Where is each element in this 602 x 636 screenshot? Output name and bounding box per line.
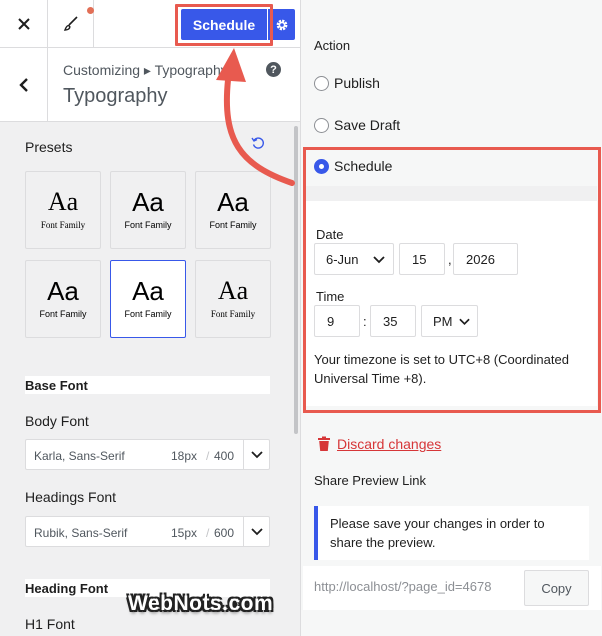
share-preview-label: Share Preview Link: [314, 473, 426, 488]
headings-font-label: Headings Font: [25, 489, 117, 505]
body-font-size: 18px: [171, 449, 198, 463]
chevron-left-icon: [18, 78, 28, 92]
preset-1[interactable]: Aa Font Family: [25, 171, 101, 249]
page-title: Typography: [63, 85, 168, 107]
headings-font-family: Rubik, Sans-Serif: [34, 526, 128, 540]
preset-caption: Font Family: [210, 309, 256, 319]
headings-font-dropdown[interactable]: [243, 517, 270, 546]
body-font-separator: /: [206, 449, 210, 463]
brush-icon: [63, 16, 78, 31]
presets-label: Presets: [25, 139, 73, 155]
gear-icon: [276, 19, 287, 30]
body-font-family: Karla, Sans-Serif: [34, 449, 125, 463]
share-url-row: http://localhost/?page_id=4678 Copy: [303, 566, 601, 610]
headings-font-size: 15px: [171, 526, 198, 540]
body-font-weight: 400: [214, 449, 235, 463]
preset-caption: Font Family: [124, 220, 172, 230]
preset-sample: Aa: [217, 187, 249, 217]
publish-option[interactable]: Publish: [314, 75, 380, 91]
preset-caption: Font Family: [124, 309, 172, 319]
preset-5[interactable]: Aa Font Family: [110, 260, 186, 338]
publish-settings-panel: Action Publish Save Draft Schedule Date …: [300, 0, 602, 636]
preset-2[interactable]: Aa Font Family: [110, 171, 186, 249]
publish-option-label: Publish: [334, 75, 380, 91]
body-font-label: Body Font: [25, 413, 89, 429]
panel-scrollbar[interactable]: [294, 126, 298, 434]
schedule-highlight: [303, 147, 601, 413]
heading-font-heading: Heading Font: [25, 581, 109, 596]
headings-font-separator: /: [206, 526, 210, 540]
share-notice: Please save your changes in order to sha…: [314, 506, 589, 560]
preset-sample: Aa: [132, 276, 164, 306]
schedule-button-highlight: [175, 4, 273, 46]
share-url-field[interactable]: http://localhost/?page_id=4678: [314, 579, 519, 594]
discard-changes-link[interactable]: Discard changes: [317, 436, 441, 452]
h1-font-label: H1 Font: [25, 616, 75, 632]
publish-radio[interactable]: [314, 75, 329, 91]
trash-icon: [318, 436, 330, 451]
save-draft-option[interactable]: Save Draft: [314, 117, 400, 133]
preset-6[interactable]: Aa Font Family: [195, 260, 271, 338]
watermark-logo: WebNots.com: [128, 592, 274, 615]
preset-caption: Font Family: [39, 309, 87, 319]
preset-sample: Aa: [47, 276, 79, 306]
close-button[interactable]: [0, 0, 48, 48]
customizer-toolbar: Schedule: [0, 0, 300, 48]
help-icon[interactable]: ?: [266, 62, 281, 77]
reset-icon[interactable]: [251, 136, 265, 150]
chevron-down-icon: [251, 527, 263, 535]
body-font-dropdown[interactable]: [243, 440, 270, 469]
save-draft-option-label: Save Draft: [334, 117, 401, 133]
save-draft-radio[interactable]: [314, 117, 329, 133]
preset-sample: Aa: [132, 187, 164, 217]
action-label: Action: [314, 38, 351, 53]
body-font-select[interactable]: Karla, Sans-Serif 18px / 400: [25, 439, 270, 470]
customizer-panel: Schedule Customizing ▸ Typography Typogr…: [0, 0, 300, 636]
headings-font-weight: 600: [214, 526, 235, 540]
preset-4[interactable]: Aa Font Family: [25, 260, 101, 338]
preset-caption: Font Family: [40, 220, 86, 230]
preset-caption: Font Family: [209, 220, 257, 230]
copy-button[interactable]: Copy: [524, 570, 589, 606]
preset-sample: Aa: [47, 187, 79, 216]
back-button[interactable]: [0, 48, 48, 122]
notification-dot: [87, 7, 94, 14]
preset-sample: Aa: [217, 276, 249, 305]
chevron-down-icon: [251, 450, 263, 458]
preset-3[interactable]: Aa Font Family: [195, 171, 271, 249]
base-font-heading: Base Font: [25, 378, 88, 393]
discard-changes-label: Discard changes: [337, 436, 442, 452]
headings-font-select[interactable]: Rubik, Sans-Serif 15px / 600: [25, 516, 270, 547]
close-icon: [17, 18, 30, 30]
breadcrumb: Customizing ▸ Typography: [63, 62, 228, 78]
section-header: Customizing ▸ Typography Typography ?: [0, 48, 300, 122]
